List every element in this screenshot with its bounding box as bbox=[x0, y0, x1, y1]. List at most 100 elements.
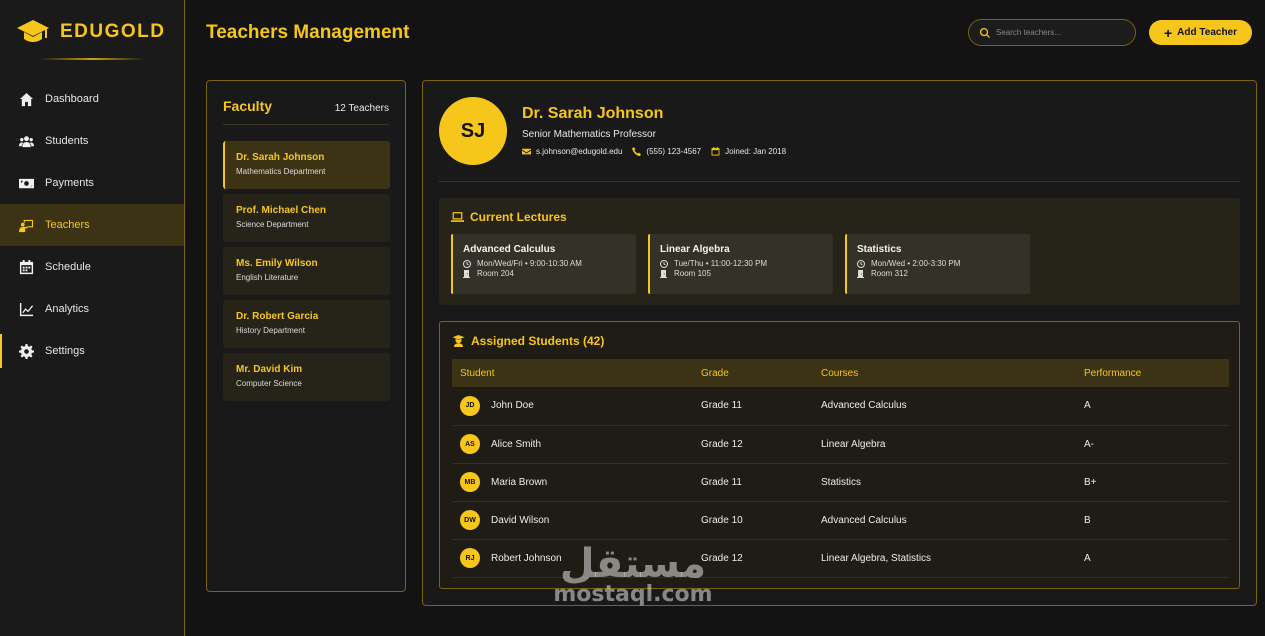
divider bbox=[439, 181, 1240, 182]
section-title: Assigned Students (42) bbox=[452, 334, 604, 348]
profile-email[interactable]: s.johnson@edugold.edu bbox=[522, 147, 622, 156]
teacher-department: Science Department bbox=[236, 220, 309, 229]
door-icon bbox=[660, 269, 667, 278]
lecture-room: Room 105 bbox=[660, 269, 833, 278]
faculty-panel: Faculty 12 Teachers Dr. Sarah Johnson Ma… bbox=[206, 80, 406, 592]
lecture-room: Room 312 bbox=[857, 269, 1030, 278]
sidebar-item-label: Schedule bbox=[45, 261, 91, 273]
profile-joined-text: Joined: Jan 2018 bbox=[725, 147, 787, 156]
teacher-list: Dr. Sarah Johnson Mathematics Department… bbox=[223, 141, 390, 406]
teacher-card-emily-wilson[interactable]: Ms. Emily Wilson English Literature bbox=[223, 247, 390, 295]
search-box[interactable] bbox=[968, 19, 1136, 46]
brand-logo[interactable]: EDUGOLD bbox=[16, 18, 166, 46]
assigned-students-title: Assigned Students (42) bbox=[471, 334, 605, 348]
profile-name: Dr. Sarah Johnson bbox=[522, 105, 664, 122]
teacher-card-michael-chen[interactable]: Prof. Michael Chen Science Department bbox=[223, 194, 390, 242]
add-teacher-button[interactable]: + Add Teacher bbox=[1149, 20, 1252, 45]
column-header-grade[interactable]: Grade bbox=[693, 359, 813, 387]
lecture-name: Linear Algebra bbox=[660, 244, 730, 255]
gear-icon bbox=[19, 343, 34, 359]
lecture-room-text: Room 312 bbox=[871, 269, 908, 278]
student-cell: MB Maria Brown bbox=[452, 463, 693, 502]
avatar: AS bbox=[460, 434, 480, 454]
clock-icon bbox=[660, 259, 668, 268]
page-title: Teachers Management bbox=[206, 22, 410, 43]
student-courses: Linear Algebra bbox=[813, 425, 1076, 464]
teacher-name: Ms. Emily Wilson bbox=[236, 258, 318, 269]
sidebar-item-students[interactable]: Students bbox=[0, 120, 184, 162]
sidebar-item-label: Analytics bbox=[45, 303, 90, 315]
student-grade: Grade 12 bbox=[693, 425, 813, 464]
teacher-card-sarah-johnson[interactable]: Dr. Sarah Johnson Mathematics Department bbox=[223, 141, 390, 189]
student-name: Alice Smith bbox=[491, 438, 542, 450]
profile-avatar: SJ bbox=[439, 97, 507, 165]
lecture-time-text: Mon/Wed/Fri • 9:00-10:30 AM bbox=[477, 259, 582, 268]
sidebar-item-label: Students bbox=[45, 135, 89, 147]
table-row[interactable]: MB Maria Brown Grade 11 Statistics B+ bbox=[452, 463, 1229, 502]
sidebar-item-label: Payments bbox=[45, 177, 94, 189]
table-row[interactable]: JD John Doe Grade 11 Advanced Calculus A bbox=[452, 387, 1229, 426]
teacher-detail-panel: SJ Dr. Sarah Johnson Senior Mathematics … bbox=[422, 80, 1257, 606]
profile-joined: Joined: Jan 2018 bbox=[711, 147, 786, 156]
clock-icon bbox=[463, 259, 471, 268]
lecture-time: Tue/Thu • 11:00-12:30 PM bbox=[660, 259, 833, 268]
lecture-card[interactable]: Advanced Calculus Mon/Wed/Fri • 9:00-10:… bbox=[451, 234, 636, 294]
profile-email-text: s.johnson@edugold.edu bbox=[536, 147, 623, 156]
table-row[interactable]: AS Alice Smith Grade 12 Linear Algebra A- bbox=[452, 425, 1229, 464]
profile-phone[interactable]: (555) 123-4567 bbox=[632, 147, 701, 156]
lecture-name: Statistics bbox=[857, 244, 902, 255]
sidebar-item-label: Teachers bbox=[45, 219, 90, 231]
student-courses: Advanced Calculus bbox=[813, 387, 1076, 426]
student-name: Maria Brown bbox=[491, 476, 548, 488]
lecture-cards: Advanced Calculus Mon/Wed/Fri • 9:00-10:… bbox=[451, 234, 1042, 294]
column-header-performance[interactable]: Performance bbox=[1076, 359, 1229, 387]
teacher-department: Computer Science bbox=[236, 379, 302, 388]
lecture-room: Room 204 bbox=[463, 269, 636, 278]
student-cell: JD John Doe bbox=[452, 387, 693, 426]
watermark-latin: mostaql.com bbox=[553, 582, 713, 607]
student-cell: DW David Wilson bbox=[452, 501, 693, 540]
plus-icon: + bbox=[1163, 24, 1173, 41]
sidebar-item-analytics[interactable]: Analytics bbox=[0, 288, 184, 330]
users-icon bbox=[19, 135, 34, 147]
calendar-icon bbox=[711, 147, 720, 156]
teacher-name: Mr. David Kim bbox=[236, 364, 303, 375]
lecture-time-text: Mon/Wed • 2:00-3:30 PM bbox=[871, 259, 961, 268]
lecture-room-text: Room 204 bbox=[477, 269, 514, 278]
current-lectures-section: Current Lectures Advanced Calculus Mon/W… bbox=[439, 198, 1240, 305]
student-courses: Advanced Calculus bbox=[813, 501, 1076, 540]
student-name: David Wilson bbox=[491, 514, 550, 526]
door-icon bbox=[463, 269, 470, 278]
lecture-card[interactable]: Statistics Mon/Wed • 2:00-3:30 PM Room 3… bbox=[845, 234, 1030, 294]
column-header-student[interactable]: Student bbox=[452, 359, 693, 387]
teacher-card-robert-garcia[interactable]: Dr. Robert Garcia History Department bbox=[223, 300, 390, 348]
sidebar-item-dashboard[interactable]: Dashboard bbox=[0, 78, 184, 120]
section-title: Current Lectures bbox=[451, 210, 567, 224]
faculty-header: Faculty 12 Teachers bbox=[223, 98, 389, 125]
table-row[interactable]: DW David Wilson Grade 10 Advanced Calculu… bbox=[452, 501, 1229, 540]
phone-icon bbox=[632, 147, 642, 156]
profile-meta: s.johnson@edugold.edu (555) 123-4567 Joi… bbox=[522, 147, 796, 156]
search-input[interactable] bbox=[996, 28, 1126, 37]
column-header-courses[interactable]: Courses bbox=[813, 359, 1076, 387]
sidebar-item-settings[interactable]: Settings bbox=[0, 330, 184, 372]
lecture-time-text: Tue/Thu • 11:00-12:30 PM bbox=[674, 259, 768, 268]
home-icon bbox=[19, 92, 34, 106]
teacher-name: Dr. Robert Garcia bbox=[236, 311, 319, 322]
sidebar: EDUGOLD Dashboard Students Payments Teac… bbox=[0, 0, 185, 636]
sidebar-item-schedule[interactable]: Schedule bbox=[0, 246, 184, 288]
student-performance: B bbox=[1076, 501, 1229, 540]
graduation-cap-icon bbox=[17, 20, 49, 42]
clock-icon bbox=[857, 259, 865, 268]
sidebar-item-payments[interactable]: Payments bbox=[0, 162, 184, 204]
lecture-card[interactable]: Linear Algebra Tue/Thu • 11:00-12:30 PM … bbox=[648, 234, 833, 294]
watermark: مستقل mostaql.com bbox=[548, 544, 718, 607]
student-performance: A bbox=[1076, 387, 1229, 426]
faculty-title: Faculty bbox=[223, 98, 273, 114]
teacher-card-david-kim[interactable]: Mr. David Kim Computer Science bbox=[223, 353, 390, 401]
sidebar-item-teachers[interactable]: Teachers bbox=[0, 204, 184, 246]
student-name: John Doe bbox=[491, 400, 534, 412]
calendar-icon bbox=[19, 259, 34, 274]
lecture-time: Mon/Wed/Fri • 9:00-10:30 AM bbox=[463, 259, 636, 268]
search-icon bbox=[980, 27, 990, 38]
